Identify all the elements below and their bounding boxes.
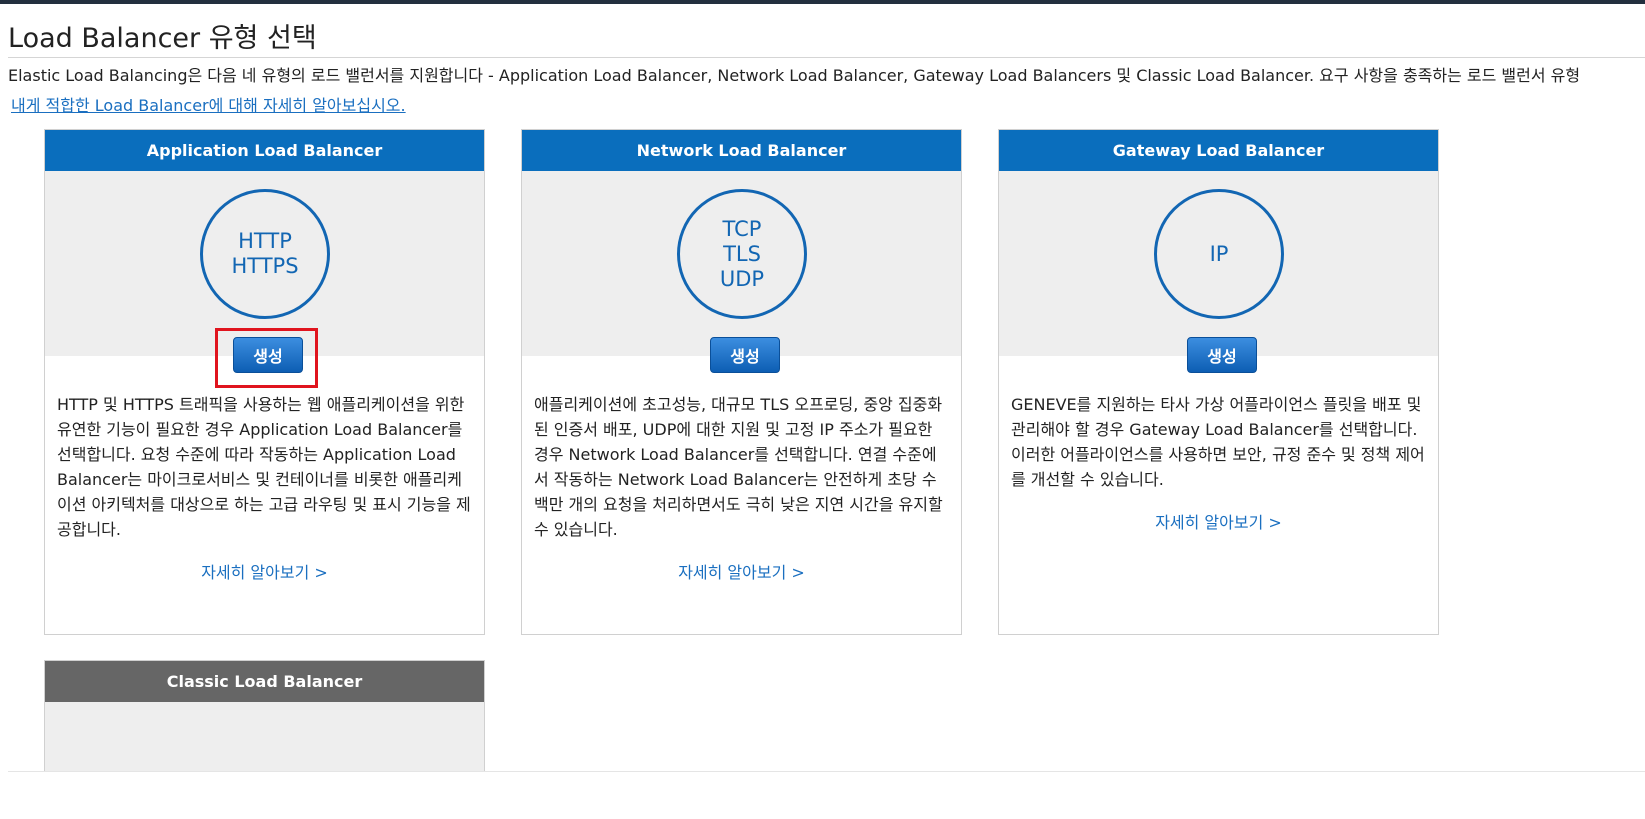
protocol-circle: HTTP HTTPS [200,189,330,319]
create-application-load-balancer-button[interactable]: 생성 [233,337,303,373]
page-title: Load Balancer 유형 선택 [8,23,317,54]
learn-more-link[interactable]: 자세히 알아보기 > [1011,510,1426,535]
card-network-load-balancer: Network Load Balancer TCP TLS UDP 생성 애플리… [521,129,962,635]
card-description: HTTP 및 HTTPS 트래픽을 사용하는 웹 애플리케이션을 위한 유연한 … [45,356,484,585]
card-description: GENEVE를 지원하는 타사 가상 어플라이언스 플릿을 배포 및 관리해야 … [999,356,1438,535]
protocol-label: HTTP [238,229,292,253]
protocol-label: TLS [723,241,761,266]
description-text: GENEVE를 지원하는 타사 가상 어플라이언스 플릿을 배포 및 관리해야 … [1011,395,1425,489]
create-gateway-load-balancer-button[interactable]: 생성 [1187,337,1257,373]
protocol-circle: TCP TLS UDP [677,189,807,319]
description-text: HTTP 및 HTTPS 트래픽을 사용하는 웹 애플리케이션을 위한 유연한 … [57,395,471,539]
intro-text: Elastic Load Balancing은 다음 네 유형의 로드 밸런서를… [8,66,1581,85]
card-title: Network Load Balancer [522,130,961,171]
top-bar [0,0,1645,4]
protocol-label: IP [1209,241,1229,266]
protocol-label: HTTPS [231,254,299,278]
protocol-label: TCP [722,216,762,241]
learn-which-load-balancer-link[interactable]: 내게 적합한 Load Balancer에 대해 자세히 알아보십시오. [11,92,406,116]
card-description: 애플리케이션에 초고성능, 대규모 TLS 오프로딩, 중앙 집중화된 인증서 … [522,356,961,585]
description-text: 애플리케이션에 초고성능, 대규모 TLS 오프로딩, 중앙 집중화된 인증서 … [534,395,943,539]
title-divider [8,57,1645,58]
learn-more-link[interactable]: 자세히 알아보기 > [57,560,472,585]
bottom-divider [8,771,1645,772]
protocol-label: UDP [719,266,765,291]
create-network-load-balancer-button[interactable]: 생성 [710,337,780,373]
learn-more-link[interactable]: 자세히 알아보기 > [534,560,949,585]
card-title: Application Load Balancer [45,130,484,171]
card-application-load-balancer: Application Load Balancer HTTP HTTPS 생성 … [44,129,485,635]
card-graphic: HTTP HTTPS 생성 [45,171,484,388]
card-graphic [45,702,484,772]
protocol-circle: IP [1154,189,1284,319]
card-title: Gateway Load Balancer [999,130,1438,171]
card-graphic: TCP TLS UDP 생성 [522,171,961,373]
card-title: Classic Load Balancer [45,661,484,702]
card-graphic: IP 생성 [999,171,1438,373]
card-classic-load-balancer: Classic Load Balancer [44,660,485,772]
card-gateway-load-balancer: Gateway Load Balancer IP 생성 GENEVE를 지원하는… [998,129,1439,635]
